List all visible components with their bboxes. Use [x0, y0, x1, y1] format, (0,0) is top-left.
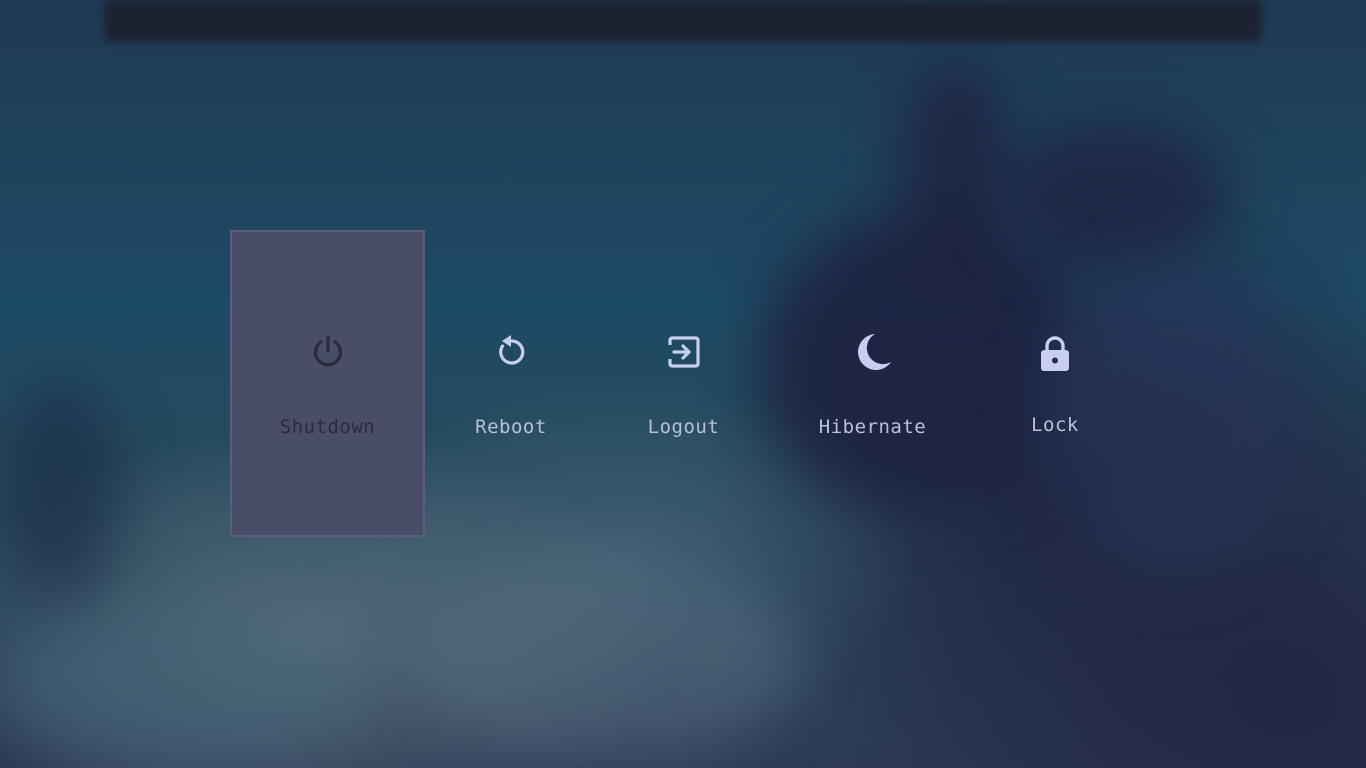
logout-label: Logout	[647, 415, 720, 438]
hibernate-label: Hibernate	[818, 415, 927, 438]
reboot-button[interactable]: Reboot	[425, 230, 597, 537]
shutdown-label: Shutdown	[279, 415, 376, 438]
reboot-label: Reboot	[475, 415, 547, 438]
shutdown-button[interactable]: Shutdown	[230, 230, 425, 537]
logout-button[interactable]: Logout	[597, 230, 770, 537]
lock-button[interactable]: Lock	[975, 230, 1135, 537]
lock-label: Lock	[1031, 413, 1079, 436]
logout-icon	[662, 330, 706, 374]
reboot-icon	[489, 330, 533, 374]
wallpaper-shape	[0, 380, 120, 600]
top-bar	[104, 0, 1262, 42]
moon-icon	[851, 330, 895, 374]
wallpaper-shape	[420, 560, 800, 768]
power-menu: Shutdown Reboot Logout Hibernate Lock	[230, 230, 1135, 537]
wallpaper-shape	[0, 600, 360, 768]
hibernate-button[interactable]: Hibernate	[770, 230, 975, 537]
power-icon	[306, 330, 350, 374]
lock-icon	[1033, 332, 1077, 376]
